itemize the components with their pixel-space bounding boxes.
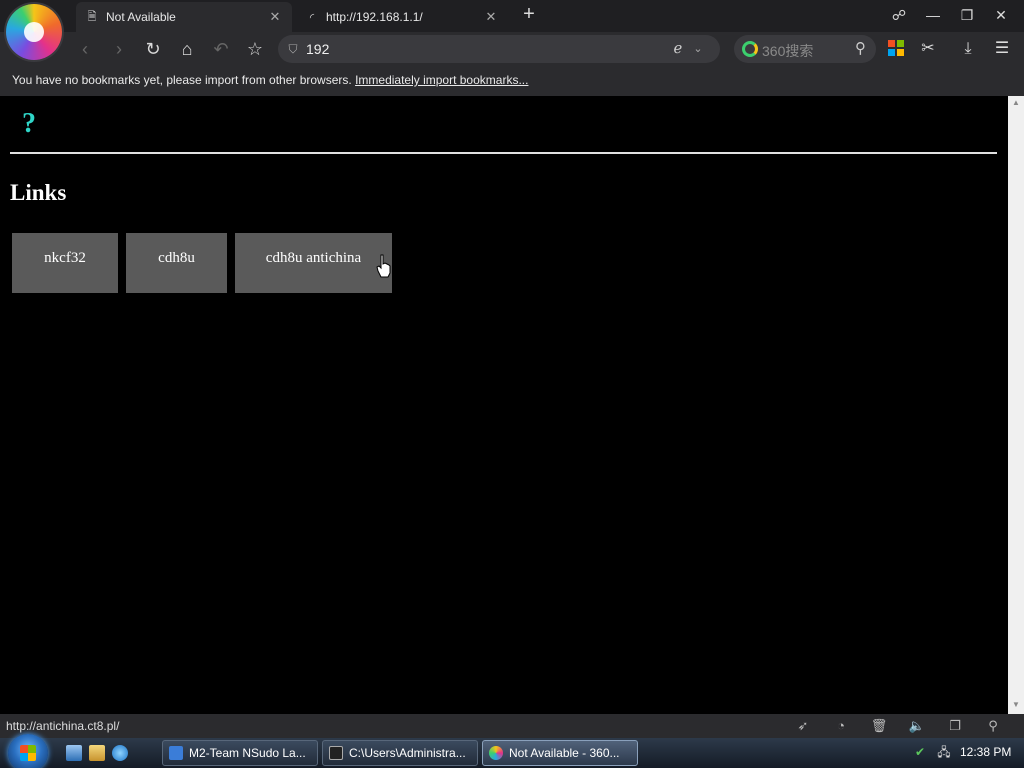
rocket-icon[interactable]: ➶ bbox=[794, 717, 812, 735]
home-button[interactable]: ⌂ bbox=[174, 36, 200, 62]
clock[interactable]: 12:38 PM bbox=[960, 745, 1011, 759]
taskbar-item-label: C:\Users\Administra... bbox=[349, 746, 466, 760]
volume-icon[interactable]: 🔈 bbox=[908, 717, 926, 735]
taskbar-item-label: M2-Team NSudo La... bbox=[189, 746, 306, 760]
taskbar-item-nsudo[interactable]: M2-Team NSudo La... bbox=[162, 740, 318, 766]
close-icon[interactable]: ✕ bbox=[484, 10, 498, 24]
taskbar-item-cmd[interactable]: C:\Users\Administra... bbox=[322, 740, 478, 766]
tab-not-available[interactable]: 🗎 Not Available ✕ bbox=[76, 2, 292, 32]
browser-logo-icon[interactable] bbox=[6, 4, 62, 60]
trash-icon[interactable]: 🗑 bbox=[870, 717, 888, 735]
browser-icon bbox=[489, 746, 503, 760]
chevron-down-icon[interactable]: ⌄ bbox=[690, 39, 706, 59]
scroll-down-icon[interactable]: ▼ bbox=[1011, 700, 1021, 710]
page-content: ? Links nkcf32 cdh8u cdh8u antichina bbox=[0, 96, 1008, 714]
bookmarks-bar: You have no bookmarks yet, please import… bbox=[0, 66, 1024, 96]
new-tab-button[interactable]: + bbox=[518, 4, 540, 26]
import-bookmarks-link[interactable]: Immediately import bookmarks... bbox=[355, 73, 528, 87]
search-icon[interactable]: ⚲ bbox=[855, 39, 866, 57]
bookmarks-message: You have no bookmarks yet, please import… bbox=[12, 73, 356, 87]
search-placeholder: 360搜索 bbox=[762, 43, 814, 59]
reload-button[interactable]: ↻ bbox=[140, 36, 166, 62]
address-bar[interactable]: ⛉ ℯ ⌄ bbox=[278, 35, 720, 63]
apps-grid-icon[interactable] bbox=[888, 40, 904, 56]
link-button-cdh8u[interactable]: cdh8u bbox=[126, 233, 227, 293]
undo-close-button[interactable]: ↶ bbox=[208, 36, 234, 62]
start-button[interactable] bbox=[8, 734, 48, 768]
link-button-nkcf32[interactable]: nkcf32 bbox=[12, 233, 118, 293]
cmd-icon bbox=[329, 746, 343, 760]
screenshot-scissors-icon[interactable]: ✂ bbox=[916, 36, 940, 62]
download-icon[interactable]: ⤓ bbox=[956, 36, 980, 62]
nsudo-icon bbox=[169, 746, 183, 760]
network-tray-icon[interactable]: 🖧 bbox=[936, 744, 952, 760]
taskbar-item-browser[interactable]: Not Available - 360... bbox=[482, 740, 638, 766]
link-button-cdh8u-antichina[interactable]: cdh8u antichina bbox=[235, 233, 392, 293]
divider bbox=[10, 152, 997, 154]
status-bar: http://antichina.ct8.pl/ ➶ ◔ 🗑 🔈 ❐ ⚲ bbox=[0, 714, 1024, 738]
status-url: http://antichina.ct8.pl/ bbox=[6, 719, 120, 733]
tab-router[interactable]: ◜ http://192.168.1.1/ ✕ bbox=[296, 2, 508, 32]
back-button[interactable]: ‹ bbox=[72, 36, 98, 62]
zoom-icon[interactable]: ⚲ bbox=[984, 717, 1002, 735]
shield-icon: ⛉ bbox=[288, 42, 298, 56]
skin-shirt-icon[interactable]: ☍ bbox=[884, 4, 914, 26]
forward-button[interactable]: › bbox=[106, 36, 132, 62]
security-tray-icon[interactable]: ✔ bbox=[912, 744, 928, 760]
close-icon[interactable]: ✕ bbox=[268, 10, 282, 24]
show-desktop-icon[interactable] bbox=[66, 745, 82, 761]
favorite-star-icon[interactable]: ☆ bbox=[242, 36, 268, 62]
navigation-bar: ‹ › ↻ ⌂ ↶ ☆ ⛉ ℯ ⌄ 360搜索 ⚲ ✂ ⤓ ☰ bbox=[0, 32, 1024, 66]
ie-icon[interactable] bbox=[112, 745, 128, 761]
page-heading: Links bbox=[10, 180, 67, 205]
restore-button[interactable]: ❐ bbox=[952, 4, 982, 26]
window-icon[interactable]: ❐ bbox=[946, 717, 964, 735]
taskbar-item-label: Not Available - 360... bbox=[509, 746, 620, 760]
broken-image-glyph: ? bbox=[22, 108, 36, 139]
menu-icon[interactable]: ☰ bbox=[990, 36, 1014, 62]
search-engine-icon bbox=[742, 41, 758, 57]
address-input[interactable] bbox=[306, 39, 666, 59]
close-window-button[interactable]: ✕ bbox=[986, 4, 1016, 26]
tab-title: http://192.168.1.1/ bbox=[326, 10, 423, 24]
loading-icon: ◜ bbox=[309, 11, 315, 24]
taskbar: M2-Team NSudo La... C:\Users\Administra.… bbox=[0, 734, 1024, 768]
page-icon: 🗎 bbox=[87, 10, 97, 23]
tab-title: Not Available bbox=[106, 10, 176, 24]
scroll-up-icon[interactable]: ▲ bbox=[1011, 98, 1021, 108]
hand-cursor-icon bbox=[376, 254, 391, 278]
minimize-button[interactable]: — bbox=[918, 4, 948, 26]
explorer-icon[interactable] bbox=[89, 745, 105, 761]
vertical-scrollbar[interactable]: ▲ ▼ bbox=[1008, 96, 1024, 714]
speed-icon[interactable]: ◔ bbox=[832, 717, 850, 735]
search-box[interactable]: 360搜索 ⚲ bbox=[734, 35, 876, 63]
ie-engine-icon[interactable]: ℯ bbox=[668, 39, 688, 59]
